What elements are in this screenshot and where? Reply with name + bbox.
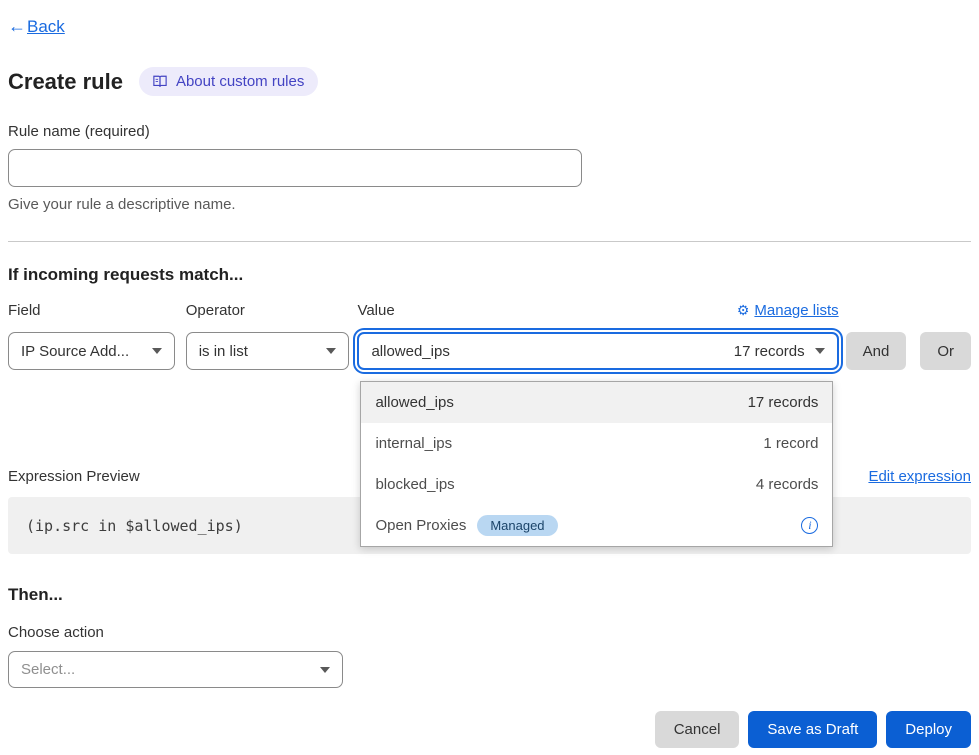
manage-lists-label: Manage lists <box>754 302 838 319</box>
lists-dropdown-panel: allowed_ips 17 records internal_ips 1 re… <box>360 381 833 547</box>
list-option-left: Open Proxies Managed <box>375 515 557 536</box>
rule-name-help-text: Give your rule a descriptive name. <box>8 196 971 213</box>
value-label-row: Value ⚙ Manage lists <box>357 302 838 319</box>
list-option-name: allowed_ips <box>375 394 453 411</box>
expression-preview-label: Expression Preview <box>8 468 140 485</box>
then-section-heading: Then... <box>8 585 971 605</box>
chevron-down-icon <box>320 667 330 673</box>
field-select[interactable]: IP Source Add... <box>8 332 175 370</box>
operator-label: Operator <box>186 302 350 319</box>
list-option-count: 1 record <box>763 435 818 452</box>
list-option-blocked-ips[interactable]: blocked_ips 4 records <box>361 464 832 505</box>
info-icon[interactable]: i <box>801 517 818 534</box>
action-select-placeholder: Select... <box>21 661 75 678</box>
choose-action-label: Choose action <box>8 624 971 641</box>
edit-expression-link[interactable]: Edit expression <box>868 468 971 485</box>
condition-builder-row: Field IP Source Add... Operator is in li… <box>8 302 971 370</box>
create-rule-page: ← Back Create rule About custom rules Ru… <box>0 16 979 748</box>
match-section-heading: If incoming requests match... <box>8 265 971 285</box>
list-option-count: 4 records <box>756 476 819 493</box>
list-option-open-proxies[interactable]: Open Proxies Managed i <box>361 505 832 546</box>
value-select[interactable]: allowed_ips 17 records <box>357 332 838 370</box>
value-select-right: 17 records <box>734 343 825 360</box>
expression-code: (ip.src in $allowed_ips) <box>26 517 243 535</box>
action-select[interactable]: Select... <box>8 651 343 688</box>
book-icon <box>153 75 167 88</box>
deploy-button[interactable]: Deploy <box>886 711 971 748</box>
about-custom-rules-link[interactable]: About custom rules <box>139 67 318 96</box>
list-option-name: internal_ips <box>375 435 452 452</box>
and-button[interactable]: And <box>846 332 907 370</box>
footer-actions: Cancel Save as Draft Deploy <box>8 711 971 748</box>
save-as-draft-button[interactable]: Save as Draft <box>748 711 877 748</box>
section-divider <box>8 241 971 242</box>
chevron-down-icon <box>152 348 162 354</box>
field-column: Field IP Source Add... <box>8 302 175 370</box>
rule-name-label: Rule name (required) <box>8 123 971 140</box>
back-link-label: Back <box>27 17 65 37</box>
gear-icon: ⚙ <box>737 302 750 319</box>
back-link[interactable]: ← Back <box>8 16 65 37</box>
back-arrow-icon: ← <box>8 16 26 37</box>
value-select-name: allowed_ips <box>371 343 449 360</box>
list-option-name: Open Proxies <box>375 517 466 534</box>
field-label: Field <box>8 302 175 319</box>
field-select-value: IP Source Add... <box>21 343 129 360</box>
operator-select-value: is in list <box>199 343 248 360</box>
operator-column: Operator is in list <box>186 302 350 370</box>
operator-select[interactable]: is in list <box>186 332 350 370</box>
value-label: Value <box>357 302 394 319</box>
cancel-button[interactable]: Cancel <box>655 711 740 748</box>
list-option-internal-ips[interactable]: internal_ips 1 record <box>361 423 832 464</box>
list-option-name: blocked_ips <box>375 476 454 493</box>
list-option-allowed-ips[interactable]: allowed_ips 17 records <box>361 382 832 423</box>
or-button[interactable]: Or <box>920 332 971 370</box>
value-select-count: 17 records <box>734 343 805 360</box>
back-row: ← Back <box>8 16 971 37</box>
managed-badge: Managed <box>477 515 557 536</box>
rule-name-input[interactable] <box>8 149 582 187</box>
chevron-down-icon <box>815 348 825 354</box>
manage-lists-link[interactable]: ⚙ Manage lists <box>737 302 839 319</box>
chevron-down-icon <box>326 348 336 354</box>
about-custom-rules-label: About custom rules <box>176 73 304 90</box>
page-title: Create rule <box>8 69 123 95</box>
value-column: Value ⚙ Manage lists allowed_ips 17 reco… <box>357 302 838 370</box>
title-row: Create rule About custom rules <box>8 67 971 96</box>
list-option-count: 17 records <box>748 394 819 411</box>
